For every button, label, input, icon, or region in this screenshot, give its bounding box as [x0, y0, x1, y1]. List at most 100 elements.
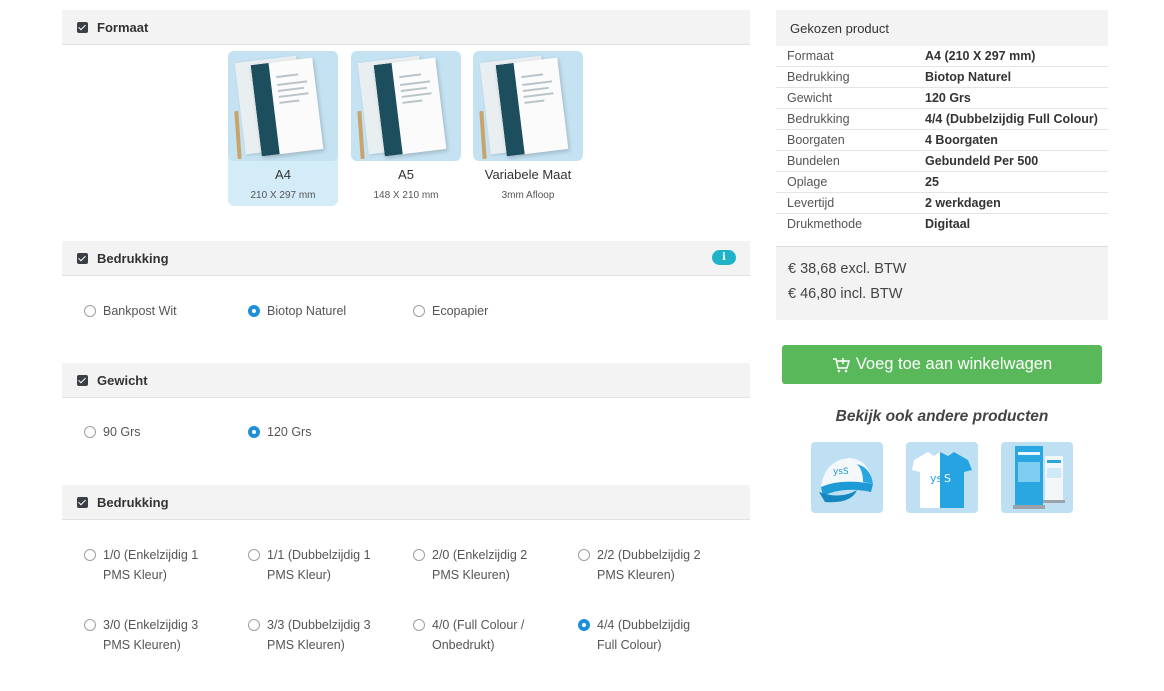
product-link-cap[interactable]: ysS [811, 442, 883, 513]
format-card-a5[interactable]: A5 148 X 210 mm [351, 51, 461, 206]
format-card-a4[interactable]: A4 210 X 297 mm [228, 51, 338, 206]
paper-options: Bankpost Wit Biotop Naturel Ecopapier [62, 276, 750, 363]
format-name: A4 [275, 167, 291, 182]
option-label: Biotop Naturel [267, 304, 347, 318]
option-label: Bankpost Wit [103, 304, 177, 318]
price-incl-btw: € 46,80 incl. BTW [788, 286, 903, 302]
option-bankpost-wit[interactable]: Bankpost Wit [84, 301, 218, 321]
checkbox-icon [77, 496, 88, 508]
info-icon[interactable]: i [712, 250, 736, 265]
table-row: Formaat A4 (210 X 297 mm) [776, 46, 1108, 67]
option-label: 120 Grs [267, 425, 312, 439]
tshirt-product-icon: ys S [912, 452, 972, 508]
option-120-grs[interactable]: 120 Grs [248, 422, 382, 442]
section-title: Gewicht [97, 372, 148, 388]
summary-key: Formaat [776, 46, 914, 67]
table-row: Drukmethode Digitaal [776, 214, 1108, 246]
option-1-1[interactable]: 1/1 (Dubbelzijdig 1 PMS Kleur) [248, 545, 382, 585]
option-4-4[interactable]: 4/4 (Dubbelzijdig Full Colour) [578, 615, 712, 655]
summary-value: Biotop Naturel [914, 66, 1108, 88]
section-header-gewicht[interactable]: Gewicht [62, 363, 750, 398]
summary-key: Bedrukking [776, 108, 914, 130]
radio-button[interactable] [248, 619, 260, 631]
option-2-0[interactable]: 2/0 (Enkelzijdig 2 PMS Kleuren) [413, 545, 547, 585]
svg-text:ysS: ysS [833, 467, 849, 477]
svg-text:ys: ys [930, 472, 943, 485]
option-ecopapier[interactable]: Ecopapier [413, 301, 547, 321]
price-box: € 38,68 excl. BTW € 46,80 incl. BTW [776, 246, 1108, 320]
section-title: Formaat [97, 19, 149, 35]
summary-panel: Gekozen product Formaat A4 (210 X 297 mm)… [776, 10, 1108, 513]
radio-button[interactable] [248, 549, 260, 561]
section-header-bedrukking-print[interactable]: Bedrukking [62, 485, 750, 520]
option-biotop-naturel[interactable]: Biotop Naturel [248, 301, 382, 321]
format-name: Variabele Maat [484, 167, 572, 182]
summary-table: Formaat A4 (210 X 297 mm) Bedrukking Bioto… [776, 46, 1108, 245]
weight-options: 90 Grs 120 Grs [62, 398, 750, 485]
checkbox-icon [77, 21, 88, 33]
summary-value: 25 [914, 171, 1108, 193]
table-row: Bedrukking Biotop Naturel [776, 66, 1108, 88]
table-row: Boorgaten 4 Boorgaten [776, 129, 1108, 151]
summary-key: Boorgaten [776, 129, 914, 151]
product-configurator: Formaat A4 210 X 297 mm A5 148 X 210 mm … [62, 10, 750, 670]
radio-button-selected[interactable] [248, 305, 260, 317]
price-excl-btw: € 38,68 excl. BTW [788, 261, 907, 277]
option-label: 2/2 (Dubbelzijdig 2 PMS Kleuren) [597, 548, 701, 582]
checkbox-icon [77, 252, 88, 264]
product-link-rollup[interactable] [1001, 442, 1073, 513]
summary-value: 2 werkdagen [914, 192, 1108, 214]
option-1-0[interactable]: 1/0 (Enkelzijdig 1 PMS Kleur) [84, 545, 218, 585]
radio-button-selected[interactable] [248, 426, 260, 438]
option-4-0[interactable]: 4/0 (Full Colour / Onbedrukt) [413, 615, 547, 655]
option-3-0[interactable]: 3/0 (Enkelzijdig 3 PMS Kleuren) [84, 615, 218, 655]
option-label: 90 Grs [103, 425, 141, 439]
summary-value: Digitaal [925, 217, 971, 231]
radio-button[interactable] [413, 619, 425, 631]
product-link-tshirt[interactable]: ys S [906, 442, 978, 513]
cart-plus-icon [832, 357, 850, 372]
section-title: Bedrukking [97, 494, 169, 510]
radio-button[interactable] [413, 305, 425, 317]
letterhead-image [473, 51, 583, 161]
radio-button[interactable] [84, 305, 96, 317]
other-products-title: Bekijk ook andere producten [835, 408, 1049, 425]
rollup-banner-product-icon [1013, 446, 1065, 509]
summary-value: 4/4 (Dubbelzijdig Full Colour) [914, 108, 1108, 130]
radio-button[interactable] [84, 426, 96, 438]
format-size: 3mm Afloop [501, 190, 555, 201]
section-header-formaat[interactable]: Formaat [62, 10, 750, 45]
option-label: 1/1 (Dubbelzijdig 1 PMS Kleur) [267, 548, 371, 582]
table-row: Bundelen Gebundeld Per 500 [776, 150, 1108, 172]
format-size: 210 X 297 mm [250, 190, 316, 201]
option-label: 3/3 (Dubbelzijdig 3 PMS Kleuren) [267, 618, 371, 652]
summary-value: Gebundeld Per 500 [914, 150, 1108, 172]
svg-text:S: S [944, 472, 951, 485]
option-label: 4/4 (Dubbelzijdig Full Colour) [597, 618, 691, 652]
radio-button[interactable] [84, 549, 96, 561]
radio-button-selected[interactable] [578, 619, 590, 631]
option-label: 2/0 (Enkelzijdig 2 PMS Kleuren) [432, 548, 528, 582]
option-3-3[interactable]: 3/3 (Dubbelzijdig 3 PMS Kleuren) [248, 615, 382, 655]
format-name: A5 [398, 167, 414, 182]
section-header-bedrukking-paper[interactable]: Bedrukking i [62, 241, 750, 276]
summary-key: Bedrukking [776, 66, 914, 88]
option-2-2[interactable]: 2/2 (Dubbelzijdig 2 PMS Kleuren) [578, 545, 712, 585]
radio-button[interactable] [84, 619, 96, 631]
option-label: 1/0 (Enkelzijdig 1 PMS Kleur) [103, 548, 199, 582]
add-to-cart-button[interactable]: Voeg toe aan winkelwagen [782, 345, 1102, 384]
summary-key: Oplage [776, 171, 914, 193]
summary-key: Gewicht [776, 87, 914, 109]
letterhead-image [228, 51, 338, 161]
summary-value: 4 Boorgaten [914, 129, 1108, 151]
option-90-grs[interactable]: 90 Grs [84, 422, 218, 442]
format-options: A4 210 X 297 mm A5 148 X 210 mm Variabel… [62, 45, 750, 241]
table-row: Levertijd 2 werkdagen [776, 192, 1108, 214]
radio-button[interactable] [578, 549, 590, 561]
letterhead-image [351, 51, 461, 161]
cap-product-icon: ysS [819, 458, 873, 503]
radio-button[interactable] [413, 549, 425, 561]
summary-key: Bundelen [776, 150, 914, 172]
format-card-variabele-maat[interactable]: Variabele Maat 3mm Afloop [473, 51, 583, 206]
checkbox-icon [77, 374, 88, 386]
